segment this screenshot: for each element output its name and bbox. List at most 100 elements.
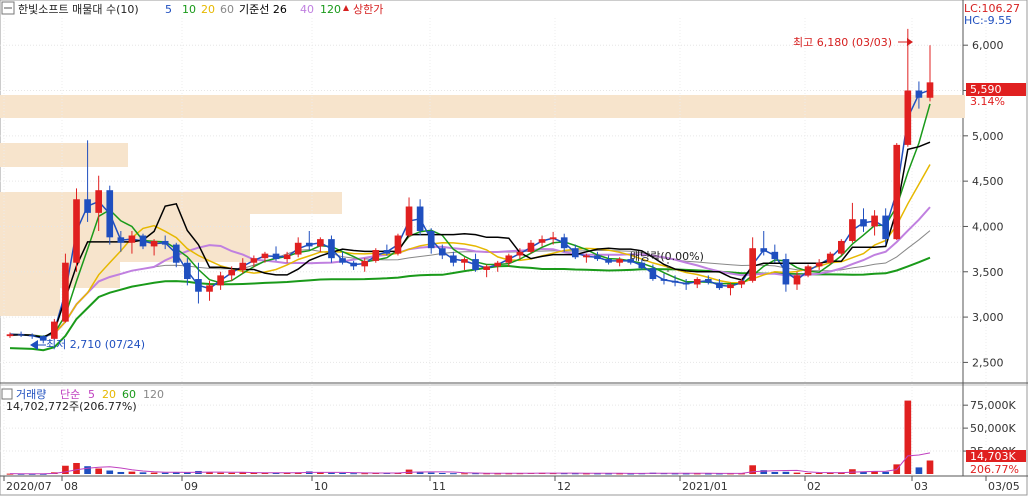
volume-bar [161,472,169,474]
x-tick-label: 02 [807,480,821,493]
candle-body [671,280,679,283]
candle-body [782,259,790,285]
candle-body [361,260,369,267]
volume-bar [350,473,357,475]
candle-body [62,262,69,322]
candle-body [394,235,402,254]
candle-body [904,90,912,145]
candle-body [915,90,923,98]
x-tick-label: 11 [432,480,446,493]
volume-bar [804,472,812,474]
candle-body [716,282,723,289]
volume-profile-band-0 [0,95,965,118]
candle-body [51,321,58,339]
candle-body [261,253,269,259]
x-tick-label: 03 [914,480,928,493]
candle-body [339,258,346,263]
candle-body [804,266,812,276]
x-tick-label: 10 [314,480,328,493]
volume-tick-label: 75,000K [970,399,1016,412]
candle-body [328,239,335,259]
candle-body [638,262,646,269]
candle-body [771,251,779,260]
candle-body [793,275,801,285]
volume-bar [139,472,147,474]
candle-body [117,237,125,243]
hc-label: HC:-9.55 [964,14,1012,27]
volume-bar [62,465,69,474]
price-tick-label: 5,000 [972,130,1004,143]
price-tick-label: 3,000 [972,311,1004,324]
ma-60-label: 60 [220,3,234,16]
dividend-annotation: 배당락(0.00%) [630,250,704,263]
volume-bar [904,400,912,474]
candle-body [427,230,435,249]
x-tick-label: 2021/01 [682,480,728,493]
price-tick-label: 3,500 [972,266,1004,279]
x-tick-label: 2020/07 [6,480,52,493]
volume-bar [926,460,934,474]
volume-profile-band-1 [0,143,128,167]
candle-body [704,279,712,283]
candle-body [760,248,768,252]
candle-body [926,82,934,98]
candle-body [560,237,568,249]
candle-body [616,259,623,263]
candle-body [893,144,901,240]
candle-body [871,215,878,227]
x-tick-label: 08 [64,480,78,493]
candle-body [206,285,213,292]
candle-body [161,240,169,245]
candle-body [815,262,823,267]
volume-bar [782,471,790,474]
candle-body [217,275,224,286]
candle-body [405,206,413,236]
volume-bar [815,472,823,474]
volume-bar [339,472,346,474]
volume-bar [771,471,779,474]
volume-profile-band-3 [0,214,250,236]
volume-bar [106,470,114,474]
candle-body [838,240,845,254]
ma-20-label: 20 [201,3,215,16]
candle-body [660,279,668,281]
candle-body [184,262,191,280]
volume-bar [84,466,91,474]
volume-checkbox[interactable] [1,388,13,400]
volume-tick-label: 50,000K [970,422,1016,435]
candle-body [438,248,446,256]
ma-40-label: 40 [300,3,314,16]
volume-profile-band-2 [0,192,342,214]
candle-body [505,255,513,263]
ma-5-label: 5 [165,3,172,16]
candle-body [461,259,468,263]
x-tick-label: 03/05 [988,480,1020,493]
candle-body [106,190,114,238]
candle-body [693,279,701,285]
candle-body [28,335,36,337]
candle-body [17,334,25,336]
candle-body [826,253,834,263]
candle-body [594,255,601,260]
candle-body [727,284,734,289]
candle-body [416,206,424,231]
low-annotation: 최저 2,710 (07/24) [46,338,145,351]
candle-body [283,254,291,260]
candle-body [738,280,745,285]
volume-profile-band-6 [0,288,60,316]
volume-ma-120-label: 120 [143,388,164,401]
volume-tag-pct: 206.77% [970,463,1019,476]
candle-body [494,262,502,267]
candle-body [228,269,236,276]
candle-body [172,244,180,263]
price-tick-label: 4,000 [972,220,1004,233]
candle-body [882,215,889,240]
candle-body [350,262,357,267]
volume-bar [915,467,923,474]
candle-body [139,235,147,247]
candle-body [583,255,590,258]
ma-120-label: 120 [320,3,341,16]
volume-bar [95,468,102,474]
candle-body [84,199,91,213]
x-tick-label: 12 [557,480,571,493]
